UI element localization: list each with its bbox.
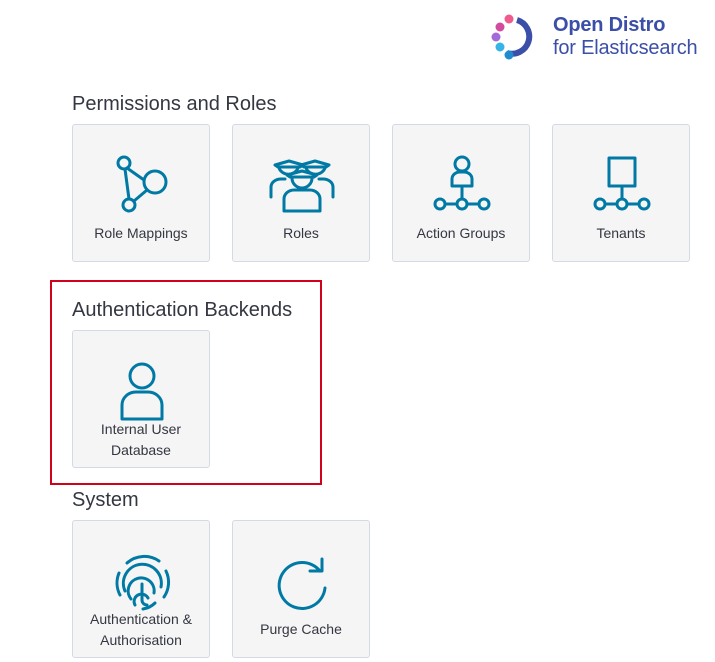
authentication-authorisation-tile[interactable]: Authentication & Authorisation — [72, 520, 210, 658]
users-group-icon — [269, 159, 335, 213]
authentication-authorisation-label: Authentication & Authorisation — [90, 611, 192, 648]
section-title-system: System — [72, 489, 139, 511]
role-mappings-tile[interactable]: Role Mappings — [72, 124, 210, 262]
open-distro-logo: Open Distro for Elasticsearch — [490, 12, 715, 62]
role-mappings-label: Role Mappings — [94, 225, 188, 241]
action-groups-label: Action Groups — [416, 225, 506, 241]
action-groups-tile[interactable]: Action Groups — [392, 124, 530, 262]
network-graph-icon — [116, 155, 168, 213]
logo-text: Open Distro for Elasticsearch — [553, 14, 698, 60]
purge-cache-tile[interactable]: Purge Cache — [232, 520, 370, 658]
internal-user-database-label: Internal User Database — [100, 421, 182, 458]
open-distro-logo-mark — [491, 14, 533, 60]
tenant-tree-icon — [593, 156, 651, 211]
user-icon — [120, 362, 164, 421]
logo-text-line1: Open Distro — [553, 14, 666, 36]
logo-text-line2: for Elasticsearch — [553, 37, 698, 59]
tenants-label: Tenants — [596, 225, 646, 241]
person-hierarchy-icon — [433, 155, 491, 211]
refresh-icon — [277, 557, 327, 610]
fingerprint-icon — [115, 554, 171, 611]
tenants-tile[interactable]: Tenants — [552, 124, 690, 262]
internal-user-database-tile[interactable]: Internal User Database — [72, 330, 210, 468]
section-title-permissions-and-roles: Permissions and Roles — [72, 93, 277, 115]
roles-label: Roles — [283, 225, 319, 241]
section-title-authentication-backends: Authentication Backends — [72, 299, 293, 321]
purge-cache-label: Purge Cache — [260, 621, 342, 637]
roles-tile[interactable]: Roles — [232, 124, 370, 262]
